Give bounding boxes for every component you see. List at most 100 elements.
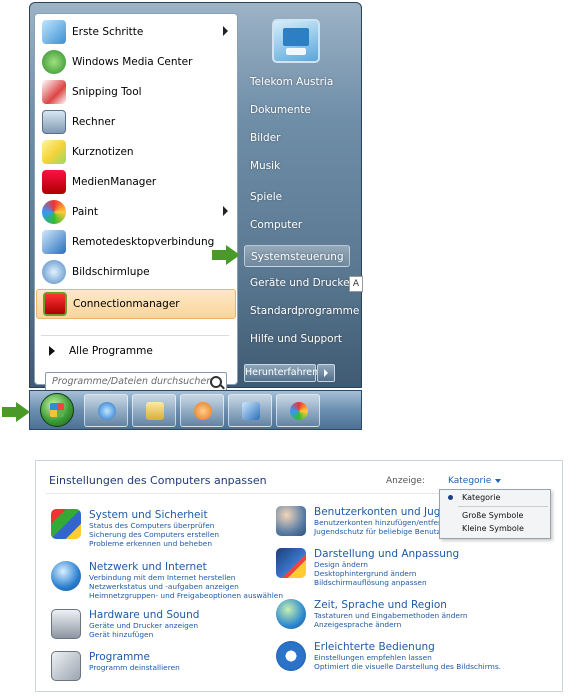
taskbar-button-paint[interactable]: [276, 394, 320, 427]
remote-desktop-icon: [42, 229, 66, 254]
taskbar-button-ie[interactable]: [84, 394, 128, 427]
category-link[interactable]: Bildschirmauflösung anpassen: [314, 578, 427, 587]
connection-manager-icon: [43, 292, 67, 316]
start-menu-places-pane: Telekom Austria Dokumente Bilder Musik S…: [242, 3, 362, 387]
category-link[interactable]: Status des Computers überprüfen: [89, 521, 215, 530]
green-arrow-icon: [2, 402, 30, 422]
calculator-icon: [42, 109, 66, 134]
menu-separator: [41, 335, 229, 336]
submenu-arrow-icon: [223, 26, 228, 36]
program-label: Connectionmanager: [73, 298, 180, 310]
places-item-bilder[interactable]: Bilder: [250, 132, 280, 144]
category-title[interactable]: Hardware und Sound: [89, 609, 199, 621]
program-label: Paint: [72, 205, 98, 218]
display-paint-icon: [276, 548, 306, 578]
category-link[interactable]: Probleme erkennen und beheben: [89, 539, 212, 548]
shutdown-button[interactable]: Herunterfahren: [244, 364, 318, 382]
category-link[interactable]: Netzwerkstatus und -aufgaben anzeigen: [89, 582, 239, 591]
category-link[interactable]: Programm deinstallieren: [89, 663, 180, 672]
view-label: Anzeige:: [386, 476, 425, 486]
places-item-hilfe-support[interactable]: Hilfe und Support: [250, 333, 342, 345]
media-center-icon: [42, 49, 66, 74]
dropdown-separator: [458, 506, 548, 507]
category-title[interactable]: Erleichterte Bedienung: [314, 641, 435, 653]
category-link[interactable]: Verbindung mit dem Internet herstellen: [89, 573, 235, 582]
places-item-telekom[interactable]: Telekom Austria: [250, 76, 333, 88]
category-title[interactable]: Zeit, Sprache und Region: [314, 599, 447, 611]
places-item-geraete-drucker[interactable]: Geräte und Drucker: [250, 277, 354, 289]
category-link[interactable]: Optimiert die visuelle Darstellung des B…: [314, 662, 501, 671]
control-panel-window: Einstellungen des Computers anpassen Anz…: [35, 460, 563, 692]
program-label: Bildschirmlupe: [72, 265, 150, 278]
category-link[interactable]: Heimnetzgruppen- und Freigabeoptionen au…: [89, 591, 283, 600]
program-item-kurznotizen[interactable]: Kurznotizen: [36, 137, 236, 166]
places-item-standardprogramme[interactable]: Standardprogramme: [250, 305, 359, 317]
program-item-erste-schritte[interactable]: Erste Schritte: [36, 17, 236, 46]
magnifier-icon: [42, 259, 66, 284]
expand-arrow-icon: [49, 346, 55, 356]
places-item-systemsteuerung[interactable]: Systemsteuerung: [244, 245, 350, 267]
start-menu-programs-pane: Erste Schritte Windows Media Center Snip…: [34, 13, 238, 391]
program-label: Erste Schritte: [72, 25, 144, 38]
category-link[interactable]: Geräte und Drucker anzeigen: [89, 621, 198, 630]
paint-icon: [42, 199, 66, 224]
program-item-media-center[interactable]: Windows Media Center: [36, 47, 236, 76]
getting-started-icon: [42, 19, 66, 44]
category-link[interactable]: Anzeigesprache ändern: [314, 620, 401, 629]
start-button-windows-orb-icon[interactable]: [40, 393, 74, 427]
search-input[interactable]: Programme/Dateien durchsuchen: [45, 372, 227, 391]
category-title[interactable]: Netzwerk und Internet: [89, 561, 207, 573]
remote-desktop-icon: [242, 402, 260, 420]
category-link[interactable]: Jugendschutz für beliebige Benutze: [314, 527, 445, 536]
places-item-dokumente[interactable]: Dokumente: [250, 104, 311, 116]
program-label: Remotedesktopverbindung: [72, 235, 215, 248]
program-item-paint[interactable]: Paint: [36, 197, 236, 226]
search-icon[interactable]: [210, 376, 222, 388]
users-icon: [276, 506, 306, 536]
shield-icon: [51, 509, 81, 539]
view-selector[interactable]: Kategorie: [448, 476, 501, 486]
taskbar-button-explorer[interactable]: [132, 394, 176, 427]
program-item-bildschirmlupe[interactable]: Bildschirmlupe: [36, 257, 236, 286]
program-label: MedienManager: [72, 175, 157, 188]
dropdown-option-kleine-symbole[interactable]: Kleine Symbole: [462, 524, 524, 533]
taskbar-button-media-player[interactable]: [180, 394, 224, 427]
shutdown-options-arrow-icon[interactable]: [317, 364, 335, 382]
category-link[interactable]: Gerät hinzufügen: [89, 630, 153, 639]
category-link[interactable]: Design ändern: [314, 560, 368, 569]
category-link[interactable]: Desktophintergrund ändern: [314, 569, 416, 578]
media-player-icon: [194, 402, 212, 420]
category-title[interactable]: Darstellung und Anpassung: [314, 548, 459, 560]
media-manager-icon: [42, 169, 66, 194]
program-item-connectionmanager[interactable]: Connectionmanager: [36, 289, 236, 319]
category-link[interactable]: Sicherung des Computers erstellen: [89, 530, 219, 539]
page-title: Einstellungen des Computers anpassen: [49, 474, 267, 487]
programs-box-icon: [51, 651, 81, 681]
program-item-remotedesktop[interactable]: Remotedesktopverbindung: [36, 227, 236, 256]
search-placeholder: Programme/Dateien durchsuchen: [52, 376, 213, 387]
sticky-notes-icon: [42, 139, 66, 164]
user-picture[interactable]: [272, 19, 320, 63]
category-link[interactable]: Benutzerkonten hinzufügen/entfern: [314, 518, 446, 527]
program-item-rechner[interactable]: Rechner: [36, 107, 236, 136]
category-title[interactable]: System und Sicherheit: [89, 509, 208, 521]
program-label: Snipping Tool: [72, 85, 142, 98]
dropdown-option-kategorie[interactable]: Kategorie: [462, 493, 500, 502]
program-item-snipping-tool[interactable]: Snipping Tool: [36, 77, 236, 106]
places-item-computer[interactable]: Computer: [250, 219, 302, 231]
taskbar-button-remote[interactable]: [228, 394, 272, 427]
places-item-spiele[interactable]: Spiele: [250, 191, 282, 203]
all-programs-button[interactable]: Alle Programme: [41, 339, 231, 363]
program-label: Rechner: [72, 115, 116, 128]
view-dropdown-menu: Kategorie Große Symbole Kleine Symbole: [439, 489, 551, 539]
places-item-musik[interactable]: Musik: [250, 160, 280, 172]
program-label: Windows Media Center: [72, 55, 193, 68]
category-link[interactable]: Einstellungen empfehlen lassen: [314, 653, 432, 662]
category-title[interactable]: Programme: [89, 651, 150, 663]
category-link[interactable]: Tastaturen und Eingabemethoden ändern: [314, 611, 468, 620]
dropdown-option-grosse-symbole[interactable]: Große Symbole: [462, 511, 523, 520]
start-menu: Erste Schritte Windows Media Center Snip…: [29, 2, 362, 391]
green-arrow-icon: [212, 245, 240, 265]
tooltip-fragment: A: [349, 276, 363, 292]
program-item-medienmanager[interactable]: MedienManager: [36, 167, 236, 196]
